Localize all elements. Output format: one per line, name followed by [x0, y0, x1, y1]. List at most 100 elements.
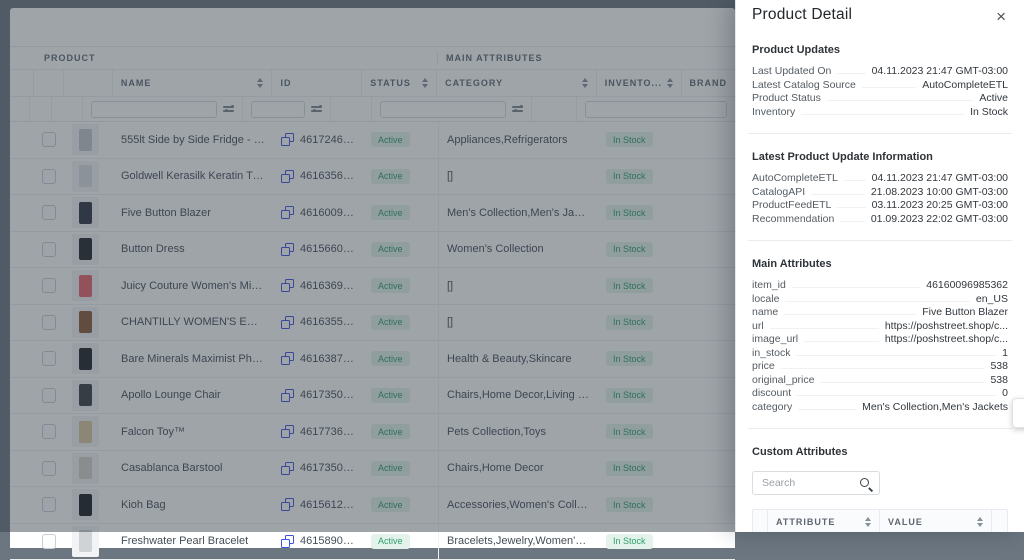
product-name: Freshwater Pearl Bracelet [121, 535, 248, 547]
search-input[interactable] [760, 476, 853, 490]
detail-row: price 538 [752, 360, 1008, 374]
drawer-backdrop[interactable] [0, 0, 735, 532]
detail-label: ProductFeedETL [752, 199, 831, 211]
product-thumbnail-image [79, 530, 92, 552]
detail-value: 538 [990, 374, 1008, 386]
detail-leader [820, 382, 984, 383]
custom-attributes-search[interactable] [752, 471, 880, 495]
detail-row: ProductFeedETL 03.11.2023 20:25 GMT-03:00 [752, 199, 1008, 213]
detail-value: Active [979, 92, 1008, 104]
section-title-product-updates: Product Updates [752, 44, 1008, 56]
detail-value: 04.11.2023 21:47 GMT-03:00 [872, 172, 1008, 184]
detail-leader [811, 194, 865, 195]
detail-row: image_url https://poshstreet.shop/c... [752, 333, 1008, 347]
detail-row: in_stock1 [752, 347, 1008, 361]
detail-label: name [752, 306, 778, 318]
detail-leader [797, 395, 996, 396]
section-divider [748, 240, 1012, 241]
sort-icon[interactable] [977, 517, 983, 527]
detail-row: Last Updated On 04.11.2023 21:47 GMT-03:0… [752, 65, 1008, 79]
section-divider [748, 428, 1012, 429]
detail-label: price [752, 360, 775, 372]
detail-label: Recommendation [752, 213, 834, 225]
detail-value: 21.08.2023 10:00 GMT-03:00 [871, 186, 1008, 198]
detail-leader [837, 207, 865, 208]
detail-value: Men's Collection,Men's Jackets [862, 401, 1008, 413]
detail-value: 04.11.2023 21:47 GMT-03:00 [872, 65, 1008, 77]
section-title-custom-attributes: Custom Attributes [752, 446, 1008, 458]
section-title-latest-update-info: Latest Product Update Information [752, 151, 1008, 163]
detail-label: Inventory [752, 106, 795, 118]
detail-leader [770, 328, 879, 329]
detail-leader [837, 73, 865, 74]
detail-row: CatalogAPI 21.08.2023 10:00 GMT-03:00 [752, 186, 1008, 200]
section-divider [748, 133, 1012, 134]
detail-row: Recommendation 01.09.2023 22:02 GMT-03:00 [752, 213, 1008, 227]
section-title-main-attributes: Main Attributes [752, 258, 1008, 270]
custom-attributes-table-header: ATTRIBUTE VALUE [752, 509, 1008, 532]
detail-value: AutoCompleteETL [922, 79, 1008, 91]
detail-row: Product Status Active [752, 92, 1008, 106]
detail-value: 03.11.2023 20:25 GMT-03:00 [872, 199, 1008, 211]
detail-label: item_id [752, 279, 786, 291]
detail-row: AutoCompleteETL 04.11.2023 21:47 GMT-03:0… [752, 172, 1008, 186]
detail-leader [801, 114, 964, 115]
row-checkbox[interactable] [42, 534, 56, 549]
detail-label: Last Updated On [752, 65, 831, 77]
detail-row: Inventory In Stock [752, 106, 1008, 120]
close-icon[interactable]: × [994, 6, 1008, 27]
detail-row: original_price 538 [752, 374, 1008, 388]
detail-leader [798, 409, 856, 410]
detail-leader [797, 355, 997, 356]
detail-value: 1 [1002, 347, 1008, 359]
attr-header-attribute[interactable]: ATTRIBUTE [768, 510, 880, 532]
search-icon[interactable] [859, 477, 872, 490]
attr-header-attribute-label: ATTRIBUTE [776, 517, 835, 527]
detail-label: AutoCompleteETL [752, 172, 838, 184]
detail-leader [784, 314, 916, 315]
detail-leader [804, 341, 879, 342]
detail-label: CatalogAPI [752, 186, 805, 198]
detail-leader [785, 301, 969, 302]
copy-icon[interactable] [281, 535, 294, 548]
detail-leader [840, 221, 865, 222]
detail-row: Latest Catalog Source AutoCompleteETL [752, 79, 1008, 93]
detail-value: Five Button Blazer [922, 306, 1008, 318]
detail-leader [781, 368, 985, 369]
detail-row: locale en_US [752, 293, 1008, 307]
detail-label: original_price [752, 374, 814, 386]
product-detail-drawer: Product Detail × Product Updates Last Up… [735, 0, 1024, 532]
detail-label: locale [752, 293, 779, 305]
detail-value: 538 [990, 360, 1008, 372]
attr-header-value[interactable]: VALUE [880, 510, 992, 532]
detail-row: name Five Button Blazer [752, 306, 1008, 320]
detail-value: en_US [976, 293, 1008, 305]
detail-label: Latest Catalog Source [752, 79, 856, 91]
detail-leader [827, 100, 974, 101]
detail-leader [862, 87, 916, 88]
detail-label: url [752, 320, 764, 332]
section-main-attributes: item_id 46160096985362 locale en_USname Five… [752, 279, 1008, 414]
detail-leader [844, 180, 866, 181]
detail-value: https://poshstreet.shop/c... [885, 333, 1008, 345]
detail-label: Product Status [752, 92, 821, 104]
detail-label: discount [752, 387, 791, 399]
status-badge: Active [371, 534, 410, 549]
detail-label: image_url [752, 333, 798, 345]
detail-label: category [752, 401, 792, 413]
detail-value: 46160096985362 [926, 279, 1008, 291]
detail-row: item_id 46160096985362 [752, 279, 1008, 293]
product-id: 46158905442578 [300, 535, 355, 547]
attr-header-value-label: VALUE [888, 517, 923, 527]
detail-row: urlhttps://poshstreet.shop/c... [752, 320, 1008, 334]
attr-header-spacer [753, 510, 768, 532]
section-product-updates: Last Updated On 04.11.2023 21:47 GMT-03:0… [752, 65, 1008, 119]
floating-action-partial[interactable] [1012, 398, 1024, 428]
inventory-badge: In Stock [606, 534, 653, 549]
detail-leader [792, 287, 920, 288]
section-latest-update-info: AutoCompleteETL 04.11.2023 21:47 GMT-03:0… [752, 172, 1008, 226]
detail-value: In Stock [970, 106, 1008, 118]
product-category: Bracelets,Jewelry,Women's Collection [447, 535, 590, 547]
detail-value: 01.09.2023 22:02 GMT-03:00 [871, 213, 1008, 225]
sort-icon[interactable] [865, 517, 871, 527]
